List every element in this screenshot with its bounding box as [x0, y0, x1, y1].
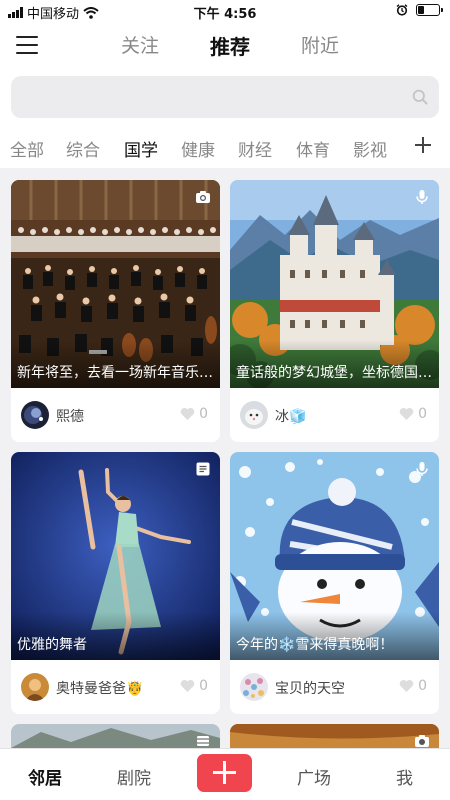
microphone-icon [416, 462, 428, 476]
video-icon [197, 736, 209, 746]
tab-0[interactable]: 关注 [95, 31, 185, 60]
heart-icon [399, 680, 414, 692]
post-title: 今年的❄️雪来得真晚啊！ [230, 612, 439, 660]
bottom-nav-item[interactable]: 邻居 [28, 764, 62, 789]
category-tab[interactable]: 健康 [181, 136, 215, 161]
bottom-nav-item[interactable]: 剧院 [117, 764, 151, 789]
post-image [11, 724, 220, 748]
author-name[interactable]: 熙德 [56, 406, 84, 426]
microphone-icon [416, 190, 428, 204]
heart-icon [180, 680, 195, 692]
like-button[interactable]: 0 [399, 406, 427, 422]
like-count: 0 [418, 678, 427, 694]
camera-icon [196, 191, 210, 203]
post-image: 优雅的舞者 [11, 452, 220, 660]
heart-icon [399, 408, 414, 420]
bottom-nav-item[interactable]: 广场 [297, 764, 331, 789]
category-bar: 全部 综合 国学 健康 财经 体育 影视 [0, 128, 450, 168]
post-title: 童话般的梦幻城堡，坐标德国新天鹅堡 [230, 340, 439, 388]
post-image: 今年的❄️雪来得真晚啊！ [230, 452, 439, 660]
article-icon [196, 462, 210, 476]
post-card[interactable]: 优雅的舞者 奥特曼爸爸🤴 0 [11, 452, 220, 714]
category-tab[interactable]: 财经 [238, 136, 272, 161]
alarm-icon [396, 4, 408, 16]
like-button[interactable]: 0 [180, 678, 208, 694]
avatar[interactable] [240, 401, 268, 429]
top-nav: 关注 推荐 附近 [0, 22, 450, 68]
like-count: 0 [199, 406, 208, 422]
heart-icon [180, 408, 195, 420]
post-title: 新年将至，去看一场新年音乐会吧 [11, 340, 220, 388]
post-image: 童话般的梦幻城堡，坐标德国新天鹅堡 [230, 180, 439, 388]
top-tabs: 关注 推荐 附近 [95, 31, 365, 60]
tab-2[interactable]: 附近 [275, 31, 365, 60]
post-card[interactable] [230, 724, 439, 748]
avatar[interactable] [240, 673, 268, 701]
post-image [230, 724, 439, 748]
status-time: 下午 4:56 [193, 7, 257, 22]
like-count: 0 [418, 406, 427, 422]
avatar[interactable] [21, 673, 49, 701]
like-button[interactable]: 0 [180, 406, 208, 422]
camera-icon [415, 735, 429, 747]
battery-icon [416, 4, 443, 16]
category-tab[interactable]: 全部 [10, 136, 44, 161]
author-name[interactable]: 宝贝的天空 [275, 678, 345, 698]
category-tab[interactable]: 影视 [353, 136, 387, 161]
search-icon[interactable] [412, 89, 428, 105]
bottom-nav-item[interactable]: 我 [396, 764, 413, 789]
author-name[interactable]: 冰🧊 [275, 406, 306, 426]
post-image: 新年将至，去看一场新年音乐会吧 [11, 180, 220, 388]
author-name[interactable]: 奥特曼爸爸🤴 [56, 678, 143, 698]
search-bar [0, 68, 450, 128]
like-count: 0 [199, 678, 208, 694]
search-input[interactable] [11, 76, 439, 118]
menu-icon[interactable] [16, 36, 38, 54]
post-card[interactable] [11, 724, 220, 748]
publish-button[interactable] [197, 754, 252, 792]
add-category-icon[interactable] [414, 136, 432, 154]
bottom-nav: 邻居 剧院 广场 我 [0, 748, 450, 800]
category-tab[interactable]: 综合 [66, 136, 100, 161]
category-tab[interactable]: 国学 [124, 136, 158, 161]
avatar[interactable] [21, 401, 49, 429]
status-bar: 中国移动 下午 4:56 [0, 0, 450, 22]
tab-1[interactable]: 推荐 [185, 31, 275, 60]
post-title: 优雅的舞者 [11, 612, 220, 660]
post-card[interactable]: 新年将至，去看一场新年音乐会吧 熙德 0 [11, 180, 220, 442]
category-tab[interactable]: 体育 [296, 136, 330, 161]
post-card[interactable]: 今年的❄️雪来得真晚啊！ 宝贝的天空 0 [230, 452, 439, 714]
post-card[interactable]: 童话般的梦幻城堡，坐标德国新天鹅堡 冰🧊 0 [230, 180, 439, 442]
like-button[interactable]: 0 [399, 678, 427, 694]
